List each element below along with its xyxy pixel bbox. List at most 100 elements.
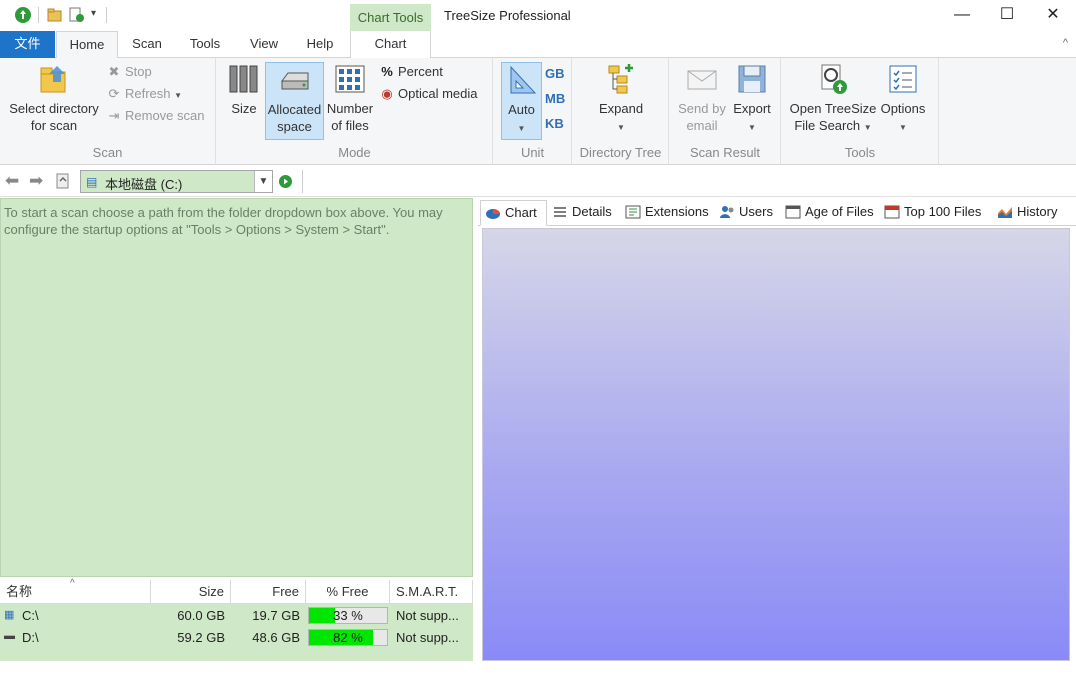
drive-smart-status: Not supp...	[396, 630, 459, 645]
send-by-email-label-2: email	[686, 118, 718, 133]
tab-tools[interactable]: Tools	[180, 31, 230, 58]
open-treesize-file-search-button[interactable]: Open TreeSize File Search ▼	[788, 62, 878, 136]
back-arrow-icon[interactable]: ⬅	[5, 171, 19, 191]
column-header-size[interactable]: Size	[151, 580, 231, 604]
table-row[interactable]: ▬ D:\ 59.2 GB 48.6 GB 82 % Not supp...	[0, 627, 473, 648]
options-checklist-icon	[889, 65, 917, 93]
tab-users-label: Users	[739, 204, 773, 219]
options-button[interactable]: Options ▼	[878, 62, 928, 136]
tab-extensions[interactable]: Extensions	[621, 200, 713, 226]
send-by-email-button[interactable]: Send by email	[676, 62, 728, 134]
mb-unit-button[interactable]: MB	[545, 89, 565, 109]
close-button[interactable]: ✕	[1030, 0, 1076, 30]
tab-file[interactable]: 文件	[0, 31, 55, 58]
remove-scan-button[interactable]: ⇥ Remove scan	[106, 106, 205, 126]
size-mode-label: Size	[231, 101, 257, 116]
collapse-ribbon-button[interactable]: ^	[1063, 37, 1068, 49]
tab-top-100-files[interactable]: Top 100 Files	[880, 200, 990, 226]
expand-dropdown-icon: ▼	[617, 123, 625, 132]
ribbon-group-scan: Select directory for scan ✖ Stop ⟳ Refresh…	[0, 58, 216, 165]
ribbon-group-tools: Open TreeSize File Search ▼ Options ▼ To…	[782, 58, 939, 165]
drive-icon: ▤	[86, 175, 98, 189]
tab-chart[interactable]: Chart	[350, 31, 431, 58]
path-combobox[interactable]: ▤ 本地磁盘 (C:) ▼	[80, 170, 273, 193]
column-header-smart[interactable]: S.M.A.R.T.	[390, 580, 473, 604]
drive-free: 19.7 GB	[252, 608, 300, 623]
percent-button[interactable]: % Percent	[379, 62, 443, 82]
search-user-icon[interactable]	[68, 6, 86, 24]
chart-canvas[interactable]	[482, 228, 1070, 661]
tab-extensions-label: Extensions	[645, 204, 709, 219]
scan-result-group-label: Scan Result	[689, 145, 761, 160]
tools-group-label: Tools	[844, 145, 876, 160]
expand-button[interactable]: Expand ▼	[595, 62, 647, 136]
allocated-space-label-2: space	[277, 119, 312, 134]
tab-details[interactable]: Details	[548, 200, 618, 226]
separator	[38, 7, 39, 23]
open-treesize-dropdown-icon: ▼	[863, 123, 872, 132]
column-header-percent-free[interactable]: % Free	[306, 580, 390, 604]
number-of-files-button[interactable]: Number of files	[325, 62, 375, 134]
size-mode-button[interactable]: Size	[227, 62, 261, 117]
percent-label: Percent	[398, 64, 443, 79]
tab-scan[interactable]: Scan	[122, 31, 172, 58]
ribbon-group-scan-result: Send by email Export ▼ Scan Result	[670, 58, 781, 165]
email-icon	[687, 70, 717, 90]
quick-access-dropdown-icon[interactable]: ▾	[91, 8, 96, 19]
tab-age-of-files[interactable]: Age of Files	[781, 200, 878, 226]
table-row[interactable]: ▦ C:\ 60.0 GB 19.7 GB 33 % Not supp...	[0, 605, 473, 626]
drive-list-table: 名称 ^ Size Free % Free S.M.A.R.T. ▦ C:\ 6…	[0, 578, 473, 661]
start-scan-icon[interactable]	[278, 174, 293, 189]
tab-help[interactable]: Help	[296, 31, 344, 58]
treesize-logo-icon[interactable]	[14, 6, 32, 24]
ribbon-tab-bar: 文件 Home Scan Tools View Help Chart ^	[0, 31, 1076, 59]
top-100-icon	[884, 205, 900, 219]
auto-unit-dropdown-icon: ▼	[517, 124, 526, 133]
kb-unit-button[interactable]: KB	[545, 114, 564, 134]
ribbon-group-directory-tree: Expand ▼ Directory Tree	[573, 58, 669, 165]
path-bar: ⬅ ➡ ▤ 本地磁盘 (C:) ▼	[0, 166, 1076, 197]
column-header-free[interactable]: Free	[231, 580, 306, 604]
parent-folder-icon[interactable]	[54, 172, 72, 190]
directory-tree-panel[interactable]: To start a scan choose a path from the f…	[0, 198, 473, 577]
path-dropdown-icon[interactable]: ▼	[254, 171, 272, 192]
stop-button[interactable]: ✖ Stop	[106, 62, 152, 82]
tab-home[interactable]: Home	[56, 31, 118, 59]
refresh-button[interactable]: ⟳ Refresh ▼	[106, 84, 183, 104]
options-label: Options	[880, 101, 926, 116]
percent-free-bar: 82 %	[308, 629, 388, 646]
drive-icon: ▬	[4, 630, 15, 642]
auto-unit-button[interactable]: Auto ▼	[501, 62, 542, 140]
allocated-space-label-1: Allocated	[267, 102, 322, 117]
select-directory-button[interactable]: Select directory for scan	[6, 62, 102, 134]
minimize-button[interactable]: —	[939, 0, 985, 30]
mode-group-label: Mode	[338, 145, 371, 160]
column-header-name[interactable]: 名称 ^	[0, 578, 151, 604]
select-directory-label-1: Select directory	[9, 101, 99, 116]
separator	[106, 7, 107, 23]
calendar-icon	[785, 205, 801, 219]
options-dropdown-icon: ▼	[899, 123, 907, 132]
forward-arrow-icon[interactable]: ➡	[29, 171, 43, 191]
drive-name: C:\	[22, 608, 39, 623]
tab-view[interactable]: View	[240, 31, 288, 58]
optical-media-icon: ◉	[381, 86, 393, 101]
export-button[interactable]: Export ▼	[728, 62, 776, 136]
gb-unit-button[interactable]: GB	[545, 64, 565, 84]
tab-history-label: History	[1017, 204, 1058, 219]
optical-media-button[interactable]: ◉ Optical media	[379, 84, 477, 104]
tab-users[interactable]: Users	[715, 200, 777, 226]
tab-history[interactable]: History	[993, 200, 1067, 226]
app-title: TreeSize Professional	[444, 8, 571, 23]
extensions-icon	[625, 205, 641, 219]
optical-media-label: Optical media	[398, 86, 478, 101]
number-of-files-label-2: of files	[331, 118, 369, 133]
treesize-window: ▾ Chart Tools TreeSize Professional — ☐ …	[0, 0, 1076, 687]
expand-label: Expand	[598, 101, 644, 116]
tab-chart-view[interactable]: Chart	[480, 200, 547, 226]
export-dropdown-icon: ▼	[748, 123, 756, 132]
maximize-button[interactable]: ☐	[984, 0, 1030, 30]
percent-free-text: 82 %	[333, 630, 363, 645]
select-folder-icon[interactable]	[46, 6, 64, 24]
allocated-space-button[interactable]: Allocated space	[265, 62, 324, 140]
